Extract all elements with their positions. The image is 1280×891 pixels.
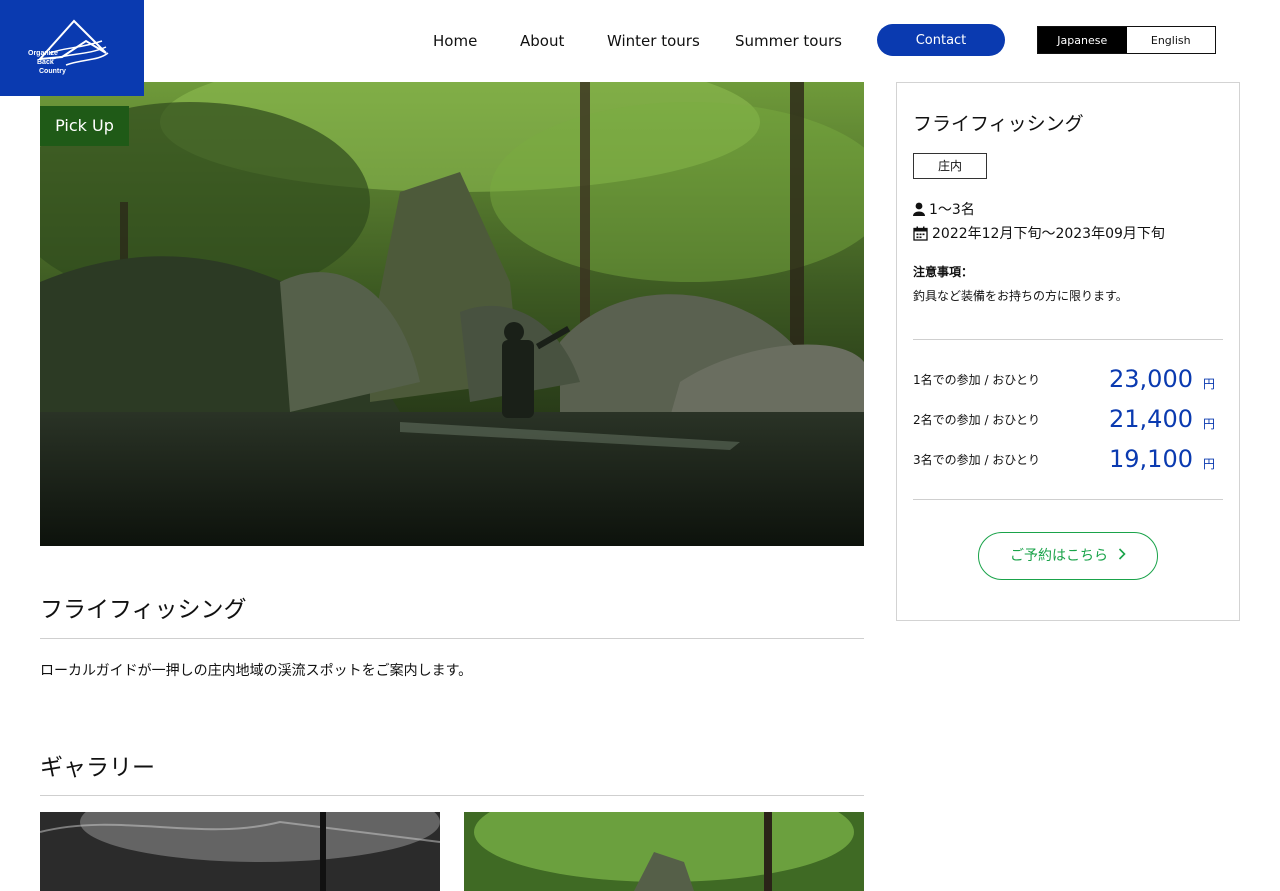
nav-about[interactable]: About <box>520 32 564 50</box>
main-nav: Home About Winter tours Summer tours Con… <box>0 24 1280 58</box>
gallery-divider <box>40 795 864 796</box>
hero-image <box>40 82 864 546</box>
logo-mark-icon: Organize Back Country <box>28 19 109 75</box>
region-tag: 庄内 <box>913 153 987 179</box>
price-label: 1名での参加 / おひとり <box>913 373 1040 387</box>
participants-text: 1〜3名 <box>929 202 975 218</box>
lang-english[interactable]: English <box>1127 27 1216 53</box>
price-row-3: 3名での参加 / おひとり 19,100 円 <box>913 445 1223 475</box>
person-icon <box>913 202 925 216</box>
card-title: フライフィッシング <box>913 113 1084 135</box>
nav-winter-tours[interactable]: Winter tours <box>607 32 700 50</box>
price-unit: 円 <box>1202 457 1215 471</box>
price-divider-bottom <box>913 499 1223 500</box>
price-label: 3名での参加 / おひとり <box>913 453 1040 467</box>
period-text: 2022年12月下旬〜2023年09月下旬 <box>932 226 1165 242</box>
tour-summary-card: フライフィッシング 庄内 1〜3名 2022年12月下旬〜2023年09月下旬 … <box>896 82 1240 621</box>
pickup-badge: Pick Up <box>40 106 129 146</box>
nav-summer-tours[interactable]: Summer tours <box>735 32 842 50</box>
price-value: 19,100 <box>1109 445 1193 473</box>
price-unit: 円 <box>1202 417 1215 431</box>
price-row-1: 1名での参加 / おひとり 23,000 円 <box>913 365 1223 395</box>
gallery-image-2[interactable] <box>464 812 864 891</box>
site-logo[interactable]: Organize Back Country <box>0 0 144 96</box>
price-label: 2名での参加 / おひとり <box>913 413 1040 427</box>
reserve-label: ご予約はこちら <box>1010 548 1108 564</box>
gallery-image-1[interactable] <box>40 812 440 891</box>
price-unit: 円 <box>1202 377 1215 391</box>
tour-title: フライフィッシング <box>40 597 247 623</box>
title-divider <box>40 638 864 639</box>
price-divider-top <box>913 339 1223 340</box>
logo-line-2: Back <box>37 59 54 66</box>
logo-line-3: Country <box>39 68 66 75</box>
logo-line-1: Organize <box>28 50 58 57</box>
calendar-icon <box>913 226 928 241</box>
period-row: 2022年12月下旬〜2023年09月下旬 <box>913 223 1165 243</box>
contact-button[interactable]: Contact <box>877 24 1005 56</box>
chevron-right-icon <box>1118 533 1126 579</box>
gallery-title: ギャラリー <box>40 755 155 781</box>
participants-row: 1〜3名 <box>913 199 975 219</box>
price-value: 21,400 <box>1109 405 1193 433</box>
nav-home[interactable]: Home <box>433 32 477 50</box>
reserve-button[interactable]: ご予約はこちら <box>978 532 1158 580</box>
tour-description: ローカルガイドが一押しの庄内地域の渓流スポットをご案内します。 <box>40 663 473 679</box>
note-label: 注意事項： <box>913 265 974 279</box>
price-value: 23,000 <box>1109 365 1193 393</box>
language-switcher: Japanese English <box>1037 26 1216 54</box>
price-row-2: 2名での参加 / おひとり 21,400 円 <box>913 405 1223 435</box>
note-text: 釣具など装備をお持ちの方に限ります。 <box>913 289 1128 303</box>
lang-japanese[interactable]: Japanese <box>1038 27 1127 53</box>
